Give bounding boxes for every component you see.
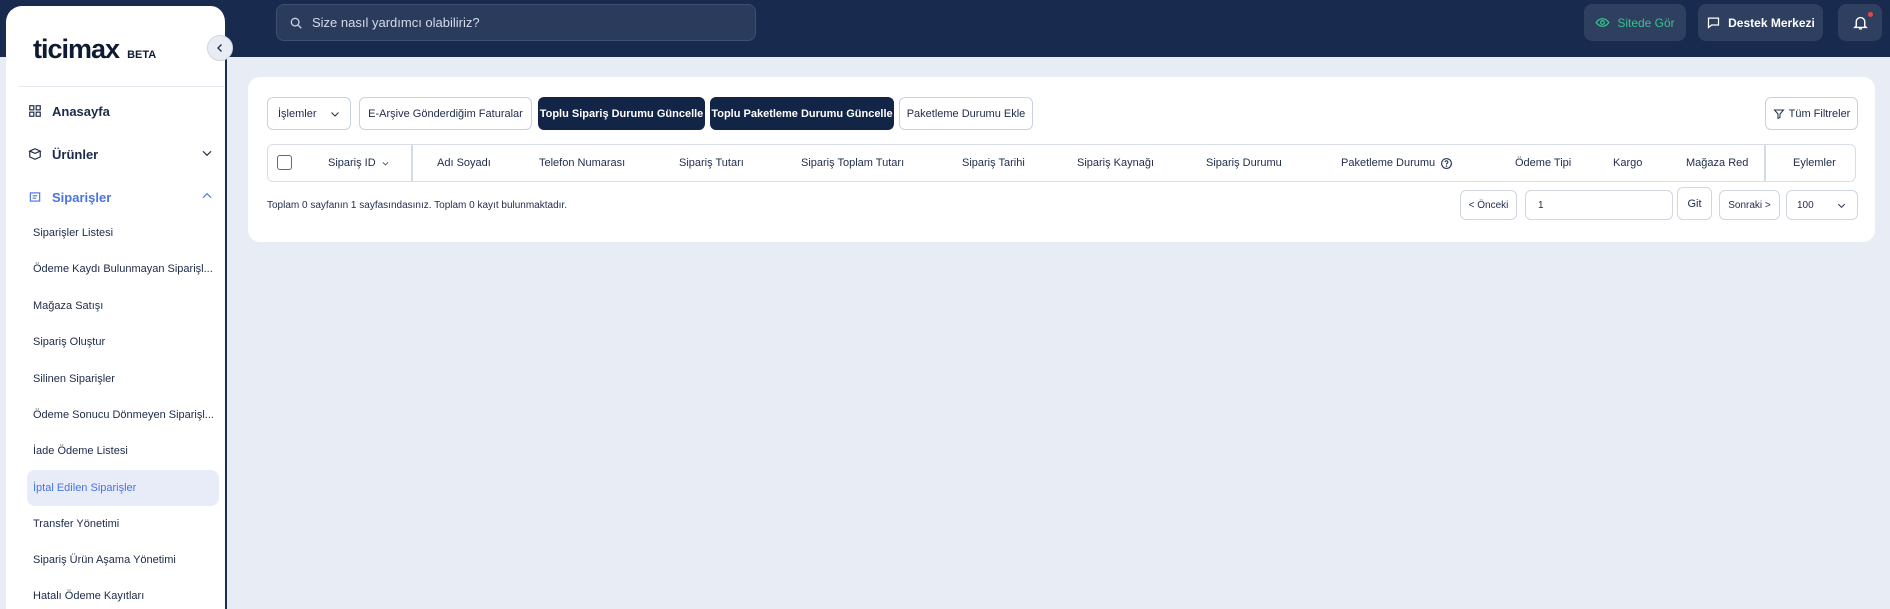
eye-icon (1595, 18, 1610, 27)
sidebar-subitem-deleted-orders[interactable]: Silinen Siparişler (27, 361, 219, 397)
pagination-summary: Toplam 0 sayfanın 1 sayfasındasınız. Top… (267, 200, 567, 211)
notification-button[interactable] (1838, 4, 1882, 41)
orders-card: İşlemler E-Arşive Gönderdiğim Faturalar … (248, 77, 1875, 242)
column-order-source: Sipariş Kaynağı (1077, 157, 1155, 169)
page-size-select[interactable]: 100 (1786, 190, 1858, 220)
sidebar-subitem-store-sales[interactable]: Mağaza Satışı (27, 288, 219, 324)
filter-icon (1773, 109, 1785, 119)
sidebar-subitem-failed-payments[interactable]: Hatalı Ödeme Kayıtları (27, 578, 219, 609)
view-site-label: Sitede Gör (1617, 15, 1675, 30)
sidebar-subitem-transfer-management[interactable]: Transfer Yönetimi (27, 506, 219, 542)
go-to-page-button[interactable]: Git (1677, 187, 1712, 220)
chat-icon (1708, 17, 1720, 29)
add-package-status-button[interactable]: Paketleme Durumu Ekle (899, 97, 1033, 130)
global-search-input[interactable]: Size nasıl yardımcı olabiliriz? (276, 4, 756, 41)
operations-label: İşlemler (278, 107, 317, 120)
column-order-total: Sipariş Toplam Tutarı (801, 157, 905, 169)
sidebar-item-products[interactable]: Ürünler (28, 144, 214, 164)
grid-icon (29, 105, 41, 117)
operations-dropdown[interactable]: İşlemler (267, 97, 351, 130)
bulk-order-status-button[interactable]: Toplu Sipariş Durumu Güncelle (538, 97, 705, 130)
sidebar-subitem-create-order[interactable]: Sipariş Oluştur (27, 324, 219, 360)
search-placeholder: Size nasıl yardımcı olabiliriz? (312, 15, 480, 30)
sidebar-item-orders-label: Siparişler (52, 189, 112, 205)
column-phone: Telefon Numarası (539, 157, 626, 169)
sidebar-subitem-order-product-stage[interactable]: Sipariş Ürün Aşama Yönetimi (27, 542, 219, 578)
ticimax-logo: ticimax (33, 34, 120, 64)
sticky-column-divider-right (1764, 145, 1766, 181)
column-order-id-label: Sipariş ID (328, 157, 376, 169)
sidebar-subitem-no-payment-orders[interactable]: Ödeme Kaydı Bulunmayan Siparişl... (27, 251, 219, 287)
bell-icon (1852, 16, 1868, 30)
column-order-status: Sipariş Durumu (1206, 157, 1282, 169)
sidebar-item-home-label: Anasayfa (52, 103, 110, 119)
all-filters-label: Tüm Filtreler (1788, 107, 1851, 120)
column-order-id[interactable]: Sipariş ID (328, 145, 390, 181)
column-payment-type: Ödeme Tipi (1515, 157, 1572, 169)
search-icon (290, 17, 302, 29)
help-icon[interactable] (1440, 157, 1453, 170)
sticky-column-divider (411, 145, 413, 181)
page-size-value: 100 (1797, 199, 1814, 211)
brand-logo[interactable]: ticimax BETA (33, 34, 156, 65)
previous-page-button[interactable]: < Önceki (1460, 190, 1517, 220)
sidebar-collapse-button[interactable] (207, 35, 233, 61)
sidebar-divider (18, 86, 224, 87)
chevron-left-icon (217, 44, 222, 52)
orders-icon (29, 192, 41, 202)
beta-badge: BETA (127, 49, 157, 61)
column-name: Adı Soyadı (437, 157, 491, 169)
sort-down-icon (382, 161, 389, 166)
column-order-date: Sipariş Tarihi (962, 157, 1025, 169)
notification-badge (1868, 12, 1873, 17)
page-number-input[interactable]: 1 (1525, 190, 1673, 220)
column-store-reject: Mağaza Red (1686, 157, 1749, 169)
column-order-amount: Sipariş Tutarı (679, 157, 744, 169)
column-package-status: Paketleme Durumu (1341, 145, 1453, 181)
sidebar: ticimax BETA Anasayfa Ürünler Siparişler… (6, 6, 227, 609)
view-site-button[interactable]: Sitede Gör (1584, 4, 1686, 41)
all-filters-button[interactable]: Tüm Filtreler (1765, 97, 1858, 130)
sidebar-item-orders[interactable]: Siparişler (28, 187, 214, 207)
top-navigation-bar: Size nasıl yardımcı olabiliriz? Sitede G… (0, 0, 1890, 57)
sidebar-subitem-canceled-orders[interactable]: İptal Edilen Siparişler (27, 470, 219, 506)
chevron-up-icon (202, 192, 212, 199)
column-package-status-label: Paketleme Durumu (1341, 157, 1436, 169)
box-icon (28, 148, 42, 160)
column-actions: Eylemler (1793, 157, 1836, 169)
chevron-down-icon (1837, 203, 1846, 208)
support-center-button[interactable]: Destek Merkezi (1698, 4, 1823, 41)
bulk-package-status-button[interactable]: Toplu Paketleme Durumu Güncelle (710, 97, 894, 130)
sidebar-item-home[interactable]: Anasayfa (28, 101, 214, 121)
support-label: Destek Merkezi (1728, 15, 1815, 30)
e-archive-invoices-button[interactable]: E-Arşive Gönderdiğim Faturalar (359, 97, 532, 130)
sidebar-subitem-payment-result-missing[interactable]: Ödeme Sonucu Dönmeyen Siparişl... (27, 397, 219, 433)
sidebar-item-products-label: Ürünler (52, 146, 99, 162)
sidebar-subitem-refund-list[interactable]: İade Ödeme Listesi (27, 433, 219, 469)
column-cargo: Kargo (1613, 157, 1643, 169)
chevron-down-icon (331, 111, 339, 117)
next-page-button[interactable]: Sonraki > (1719, 190, 1780, 220)
chevron-down-icon (202, 150, 212, 157)
sidebar-subitem-order-list[interactable]: Siparişler Listesi (27, 215, 219, 251)
select-all-checkbox[interactable] (277, 155, 292, 170)
orders-table-header: Sipariş ID Adı Soyadı Telefon Numarası S… (267, 144, 1856, 182)
